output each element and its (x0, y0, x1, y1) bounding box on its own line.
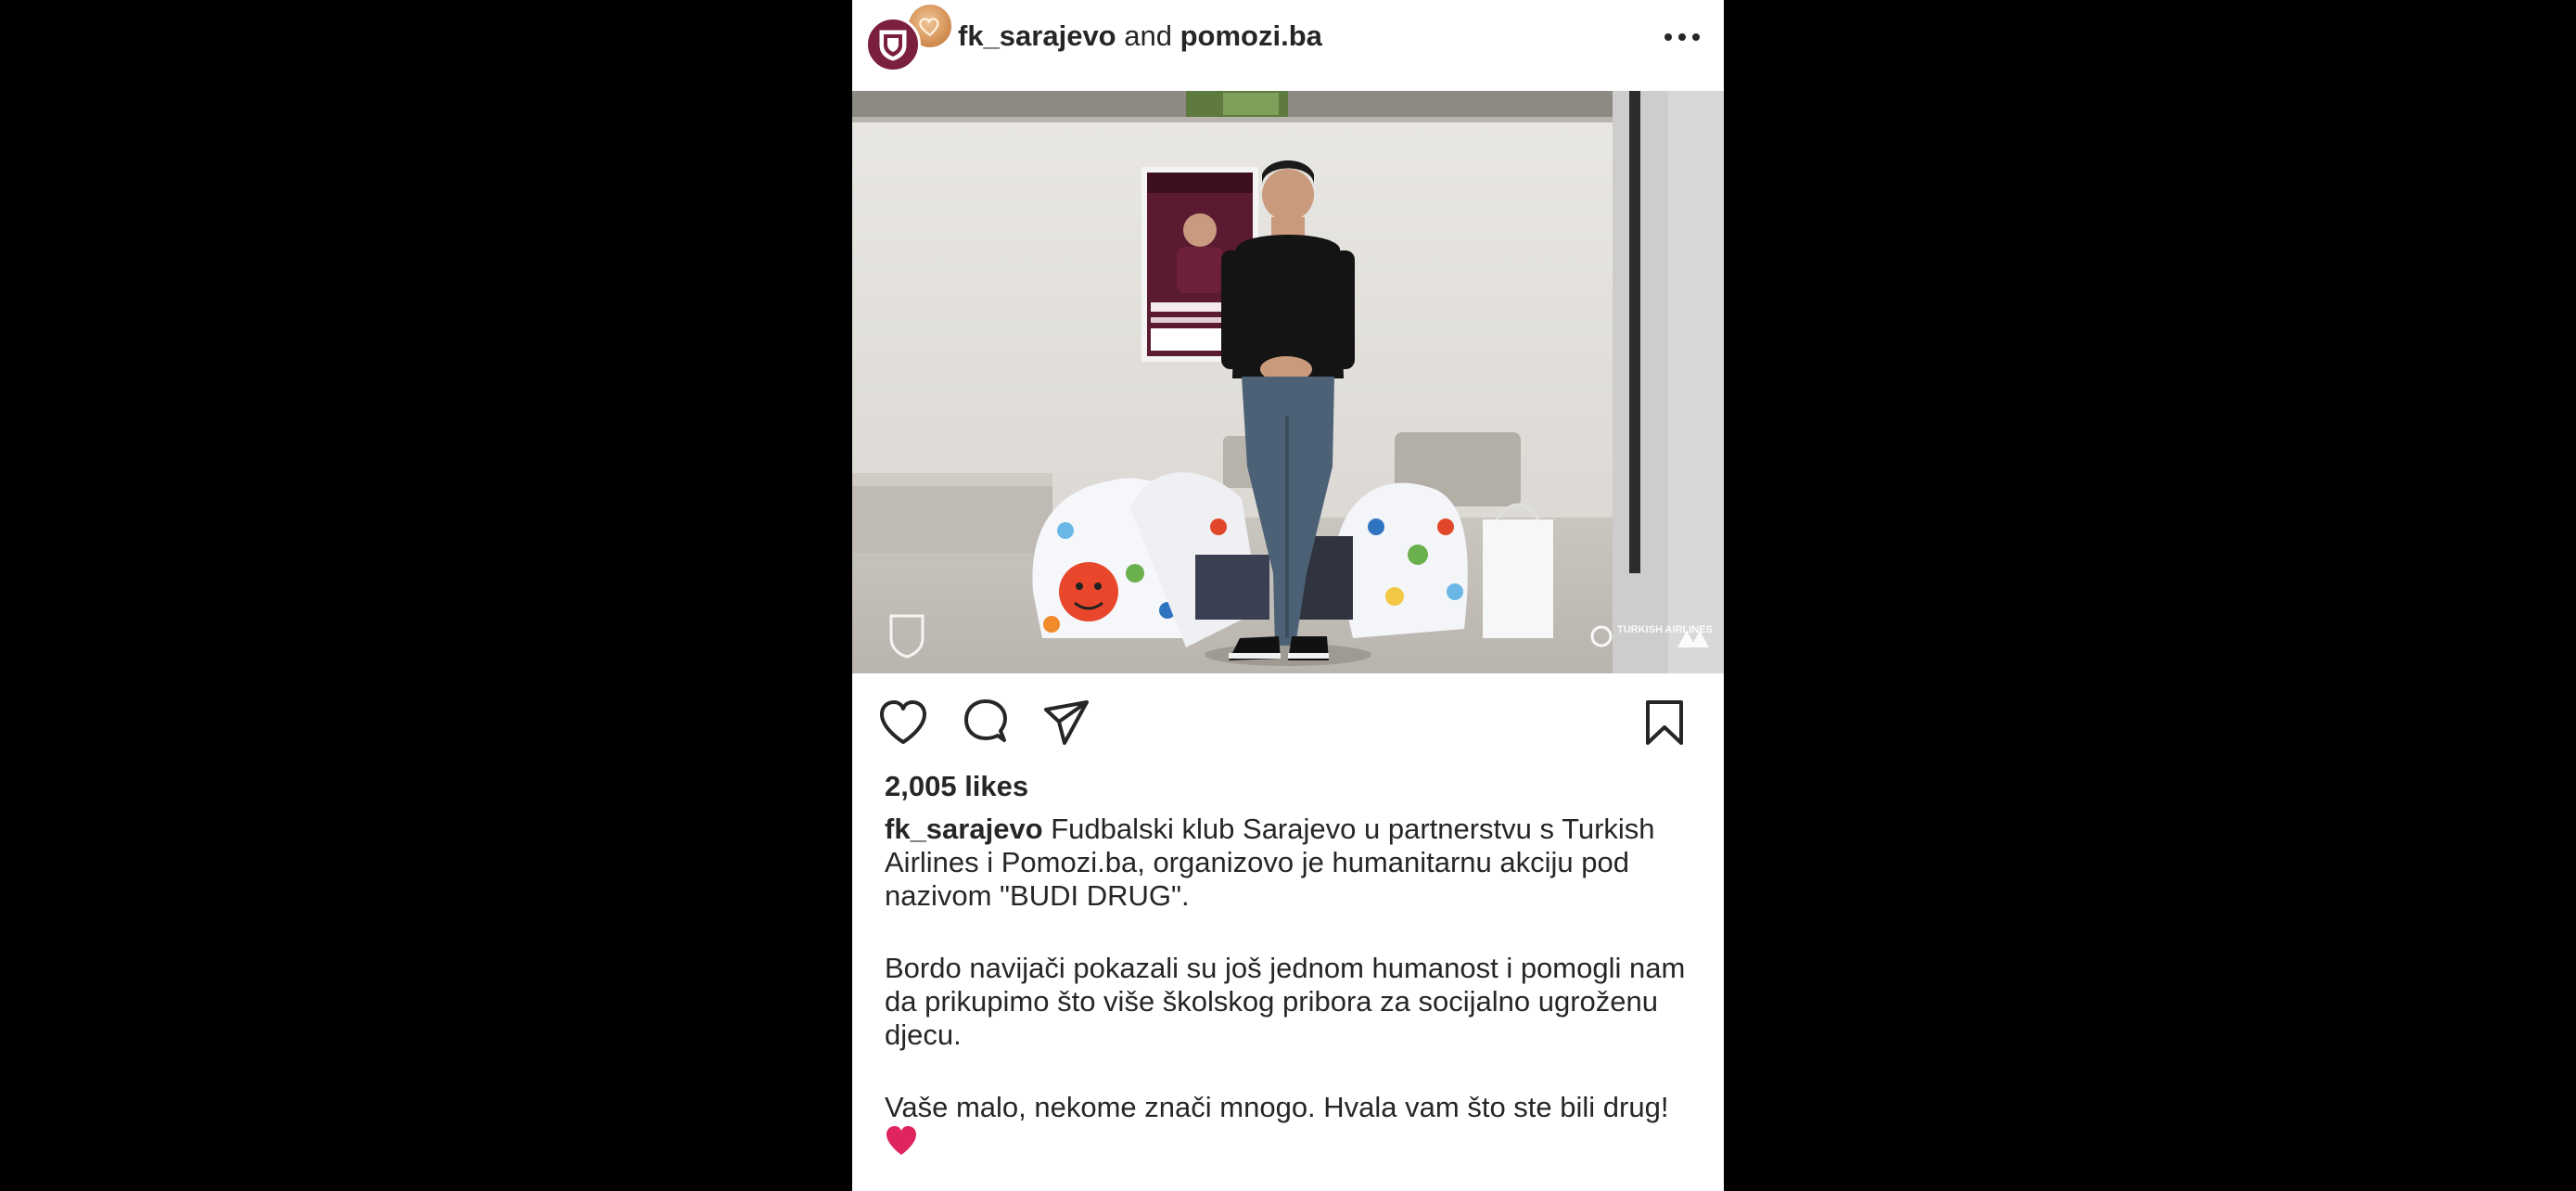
fk-sarajevo-avatar[interactable] (865, 17, 921, 72)
more-options-button[interactable] (1659, 19, 1705, 56)
caption-paragraph-1: fk_sarajevo Fudbalski klub Sarajevo u pa… (885, 813, 1701, 913)
comment-button[interactable] (959, 696, 1013, 749)
bookmark-icon (1646, 700, 1683, 745)
header-accounts: fk_sarajevo and pomozi.ba (958, 17, 1322, 56)
post-header: fk_sarajevo and pomozi.ba (852, 0, 1724, 91)
post-actions-bar (852, 686, 1724, 757)
account-name-primary[interactable]: fk_sarajevo (958, 19, 1116, 52)
post-photo-illustration: TURKISH AIRLINES (852, 91, 1724, 673)
more-horizontal-icon (1664, 33, 1700, 41)
pomozi-heart-icon (919, 18, 939, 37)
likes-count[interactable]: 2,005 likes (885, 768, 1028, 805)
post-photo[interactable]: TURKISH AIRLINES (852, 91, 1724, 673)
caption-paragraph-3: Vaše malo, nekome znači mnogo. Hvala vam… (885, 1091, 1701, 1159)
post-caption: fk_sarajevo Fudbalski klub Sarajevo u pa… (885, 813, 1701, 1191)
fk-sarajevo-crest-icon (879, 30, 907, 61)
red-heart-emoji-icon (886, 1126, 916, 1155)
like-button[interactable] (876, 696, 930, 749)
save-button[interactable] (1638, 696, 1691, 749)
account-name-collab[interactable]: pomozi.ba (1180, 19, 1322, 52)
paper-plane-icon (1044, 700, 1089, 745)
caption-text-3: Vaše malo, nekome znači mnogo. Hvala vam… (885, 1091, 1669, 1123)
collab-avatars[interactable] (865, 2, 954, 72)
caption-paragraph-2: Bordo navijači pokazali su još jednom hu… (885, 952, 1686, 1051)
account-joiner: and (1124, 19, 1172, 52)
share-button[interactable] (1039, 696, 1093, 749)
instagram-post: fk_sarajevo and pomozi.ba TURKISH AIRLIN… (852, 0, 1724, 1191)
screen-background: fk_sarajevo and pomozi.ba TURKISH AIRLIN… (0, 0, 2576, 1191)
caption-username[interactable]: fk_sarajevo (885, 813, 1043, 845)
heart-outline-icon (880, 700, 926, 744)
comment-bubble-icon (964, 699, 1007, 742)
